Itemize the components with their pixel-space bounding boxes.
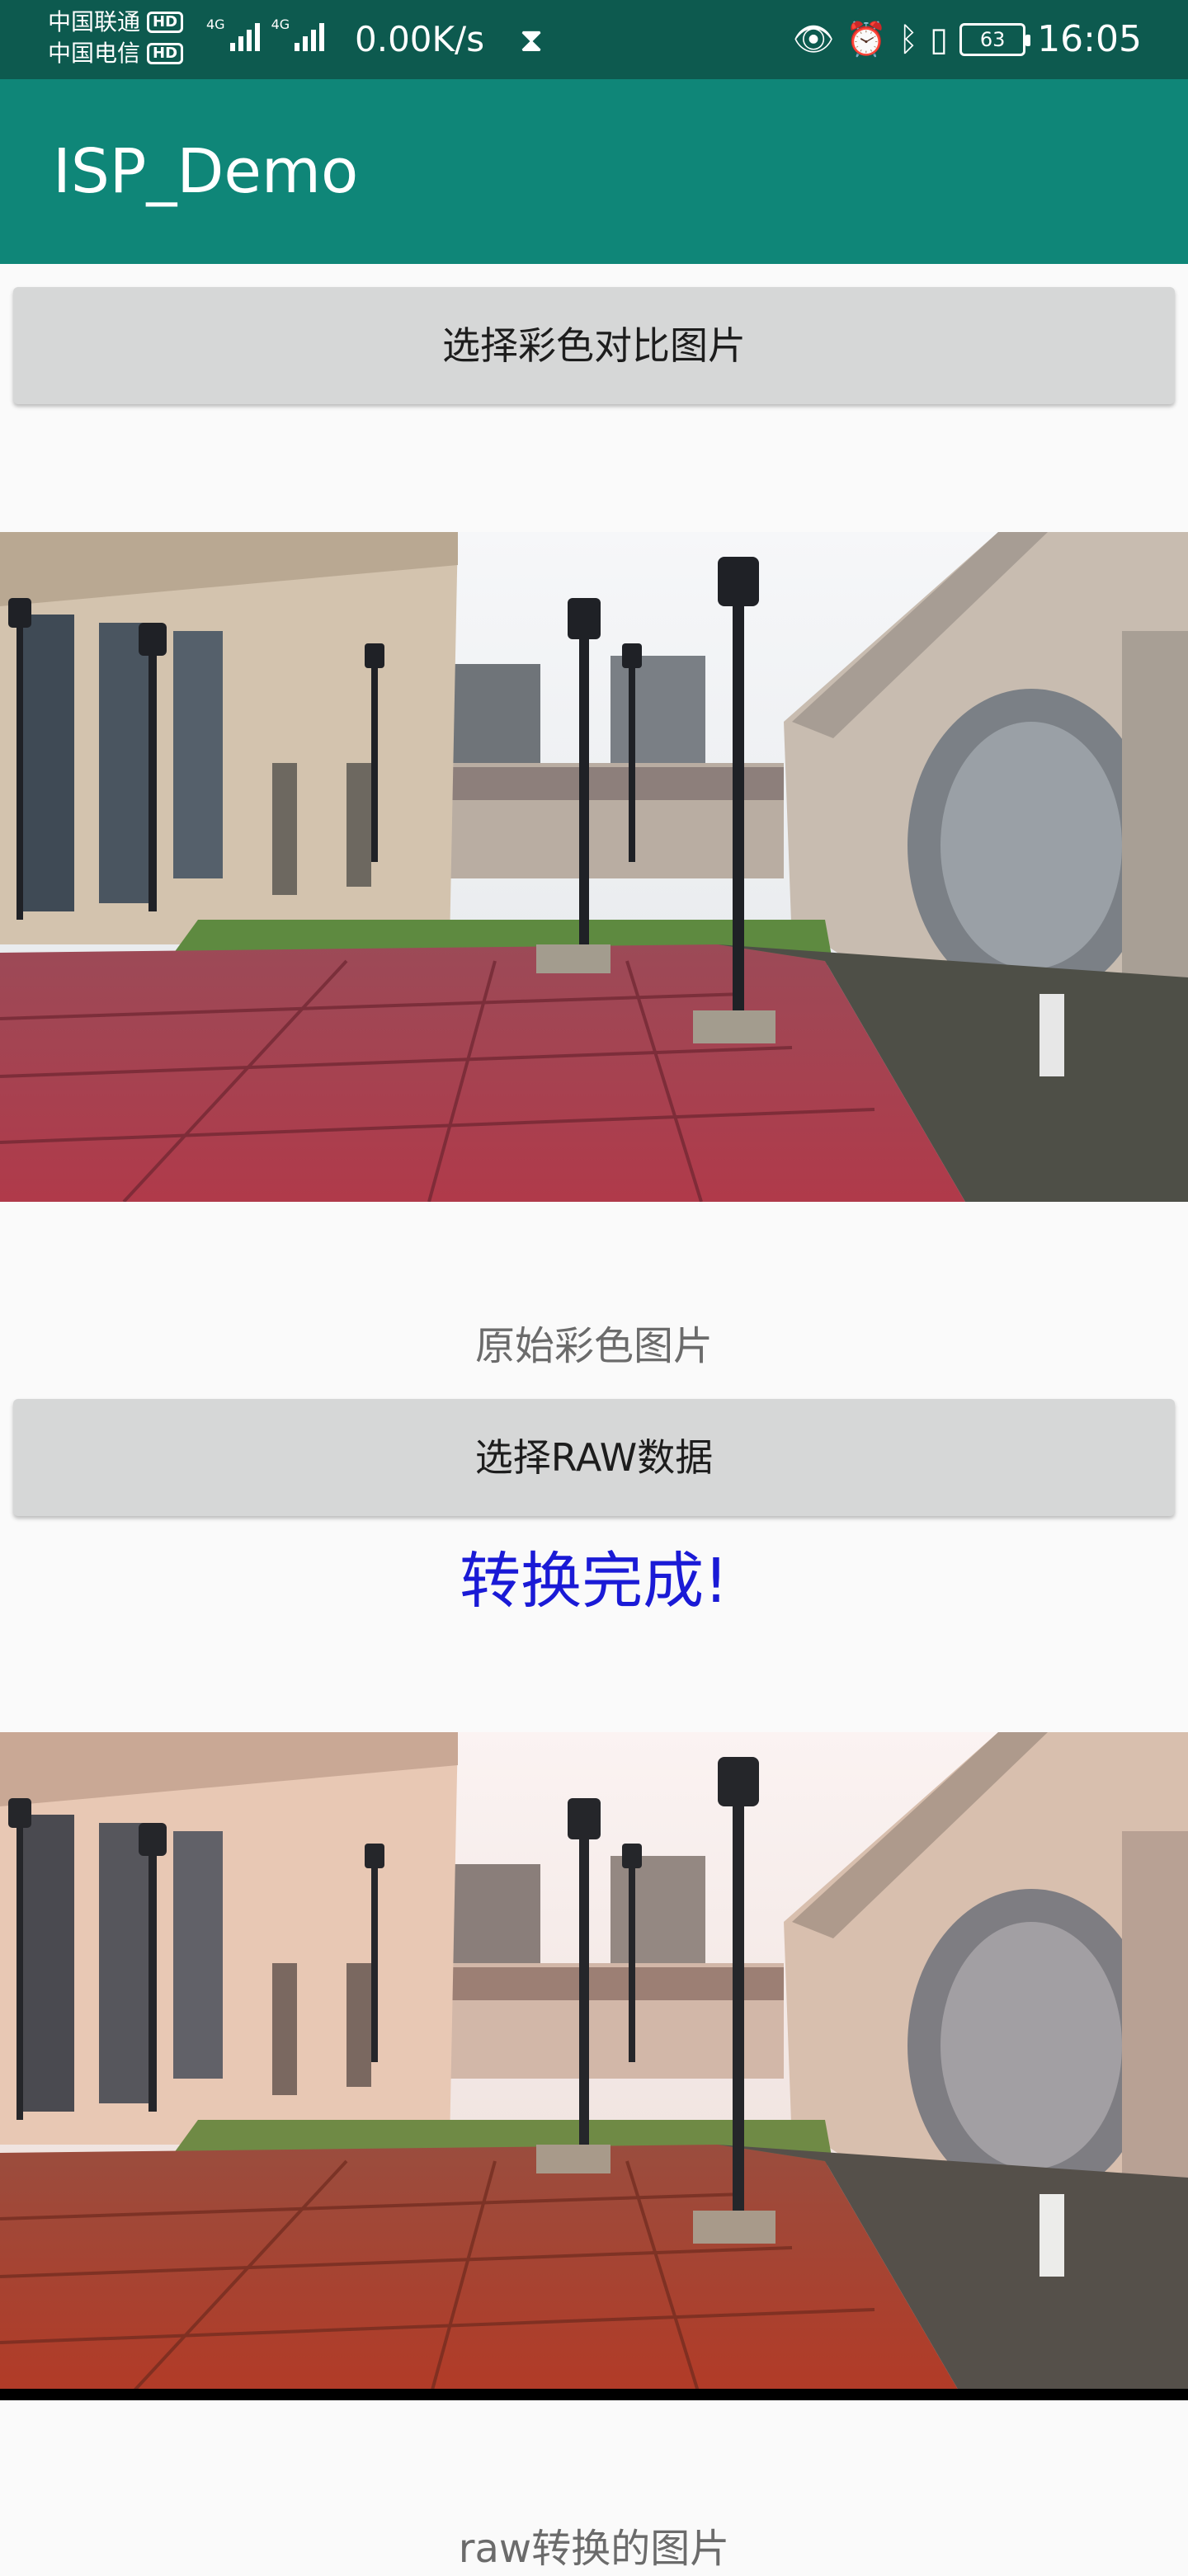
vibrate-icon: ▯ bbox=[930, 21, 949, 59]
original-image-caption: 原始彩色图片 bbox=[474, 1323, 713, 1369]
network-type-label: 4G bbox=[271, 16, 290, 32]
hourglass-icon: ⧗ bbox=[520, 21, 544, 59]
signal-icon: 4G bbox=[271, 18, 325, 51]
clock-time: 16:05 bbox=[1037, 18, 1142, 60]
select-color-image-button[interactable]: 选择彩色对比图片 bbox=[13, 287, 1175, 404]
network-type-label: 4G bbox=[206, 16, 225, 32]
eye-icon: 👁 bbox=[792, 21, 835, 59]
carrier-1-label: 中国联通 bbox=[48, 8, 141, 35]
network-speed: 0.00K/s bbox=[355, 19, 485, 59]
status-bar: 中国联通 HD 中国电信 HD 4G 4G 0.00K/s ⧗ 👁 ⏰ ᛒ ▯ 63… bbox=[0, 0, 1188, 79]
hd-badge: HD bbox=[147, 43, 184, 64]
alarm-icon: ⏰ bbox=[846, 21, 888, 59]
bluetooth-icon: ᛒ bbox=[898, 21, 919, 59]
raw-converted-image bbox=[0, 1732, 1188, 2400]
app-title: ISP_Demo bbox=[53, 136, 359, 207]
raw-image-caption: raw转换的图片 bbox=[458, 2526, 730, 2572]
signal-strength: 4G 4G bbox=[206, 18, 325, 51]
signal-icon: 4G bbox=[206, 18, 260, 51]
conversion-status-message: 转换完成! bbox=[460, 1546, 728, 1617]
select-raw-data-button[interactable]: 选择RAW数据 bbox=[13, 1399, 1175, 1516]
carrier-2-label: 中国电信 bbox=[48, 40, 141, 67]
carrier-info: 中国联通 HD 中国电信 HD bbox=[48, 7, 184, 69]
original-color-image bbox=[0, 532, 1188, 1202]
app-bar: ISP_Demo bbox=[0, 79, 1188, 264]
battery-icon: 63 bbox=[959, 23, 1031, 56]
hd-badge: HD bbox=[147, 12, 184, 33]
status-icons: 👁 ⏰ ᛒ ▯ 63 16:05 bbox=[793, 16, 1142, 63]
